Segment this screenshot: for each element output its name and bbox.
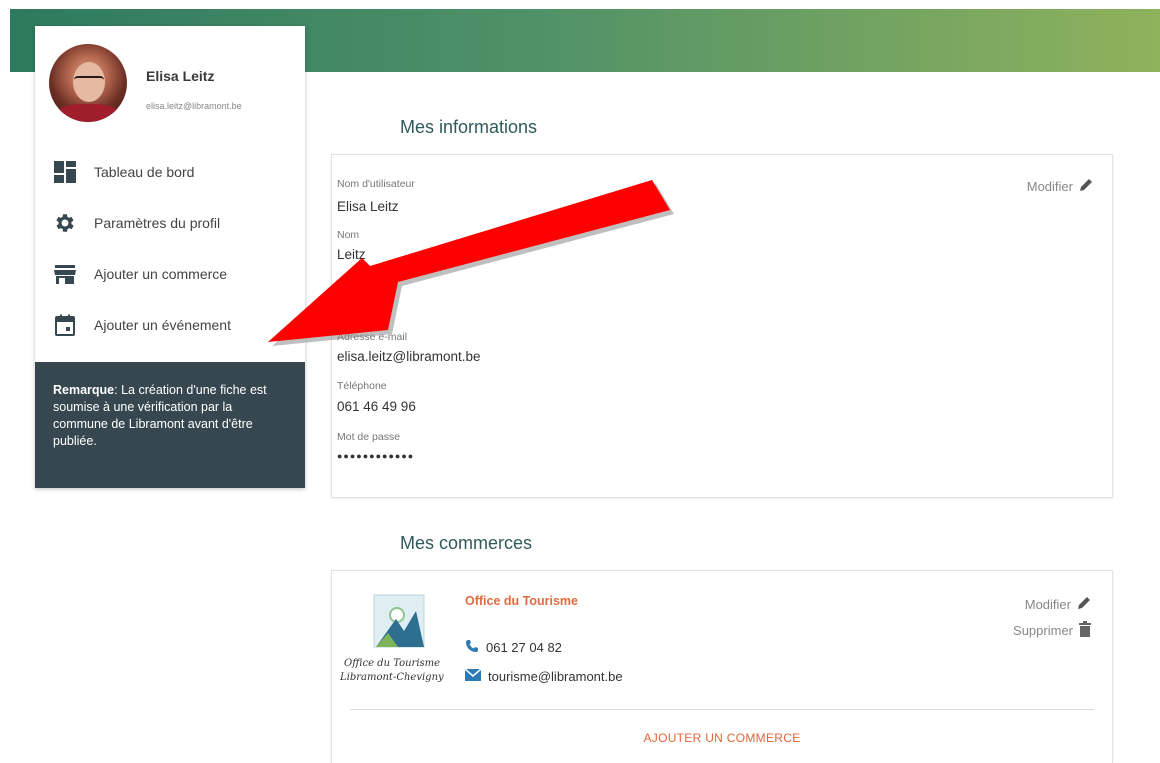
email-label: Adresse e-mail [337,331,408,343]
sidebar-item-add-shop[interactable]: Ajouter un commerce [35,248,305,299]
sidebar: Elisa Leitz elisa.leitz@libramont.be Tab… [35,26,305,488]
phone-value: 061 46 49 96 [337,399,416,414]
delete-shop-button[interactable]: Supprimer [1013,621,1092,640]
modify-label: Modifier [1026,179,1073,194]
pencil-icon [1078,177,1094,196]
gear-icon [53,211,77,235]
shop-card: Office du Tourisme Libramont-Chevigny Of… [331,570,1113,763]
pencil-icon [1076,595,1092,614]
shop-divider [350,709,1094,710]
sidebar-item-label: Ajouter un commerce [94,265,228,282]
store-icon [53,262,77,286]
shop-phone: 061 27 04 82 [465,639,562,656]
trash-icon [1078,621,1092,640]
shop-phone-value: 061 27 04 82 [486,640,562,655]
tourism-logo-graphic [373,594,425,648]
profile-block: Elisa Leitz elisa.leitz@libramont.be [35,26,305,146]
shop-logo: Office du Tourisme Libramont-Chevigny [340,589,458,691]
email-value: elisa.leitz@libramont.be [337,349,481,364]
logo-text-line1: Office du Tourisme [344,658,441,669]
avatar[interactable] [49,44,127,122]
mail-icon [464,668,482,684]
shop-email-value: tourisme@libramont.be [488,669,623,684]
modify-shop-label: Modifier [1024,597,1071,612]
logo-text-line2: Libramont-Chevigny [340,672,444,683]
sidebar-item-add-event[interactable]: Ajouter un événement [35,299,305,350]
username-value: Elisa Leitz [337,199,399,214]
info-card: Modifier Nom d'utilisateur Elisa Leitz N… [331,154,1113,498]
calendar-icon [53,313,77,337]
sidebar-item-label: Paramètres du profil [94,214,221,231]
profile-email: elisa.leitz@libramont.be [146,101,242,111]
sidebar-nav: Tableau de bord Paramètres du profil Ajo… [35,146,305,350]
phone-label: Téléphone [337,380,387,392]
sidebar-item-dashboard[interactable]: Tableau de bord [35,146,305,197]
add-shop-button[interactable]: AJOUTER UN COMMERCE [332,731,1112,745]
delete-shop-label: Supprimer [1013,623,1073,638]
sidebar-item-profile-settings[interactable]: Paramètres du profil [35,197,305,248]
profile-name: Elisa Leitz [146,68,215,84]
dashboard-icon [53,160,77,184]
info-section-title: Mes informations [400,117,538,137]
modify-shop-button[interactable]: Modifier [1025,595,1092,614]
shop-name-link[interactable]: Office du Tourisme [465,594,578,608]
shop-email: tourisme@libramont.be [464,668,623,684]
password-value: ●●●●●●●●●●●● [337,451,415,461]
phone-icon [465,639,479,656]
lastname-label: Nom [337,229,360,241]
username-label: Nom d'utilisateur [337,178,415,190]
shops-section-title: Mes commerces [400,533,533,553]
password-label: Mot de passe [337,431,401,443]
sidebar-item-label: Ajouter un événement [94,316,231,333]
remark-label: Remarque [53,383,115,397]
remark-note: Remarque: La création d'une fiche est so… [35,362,305,488]
sidebar-item-label: Tableau de bord [94,163,195,180]
modify-info-button[interactable]: Modifier [1027,177,1094,196]
lastname-value: Leitz [337,247,366,262]
